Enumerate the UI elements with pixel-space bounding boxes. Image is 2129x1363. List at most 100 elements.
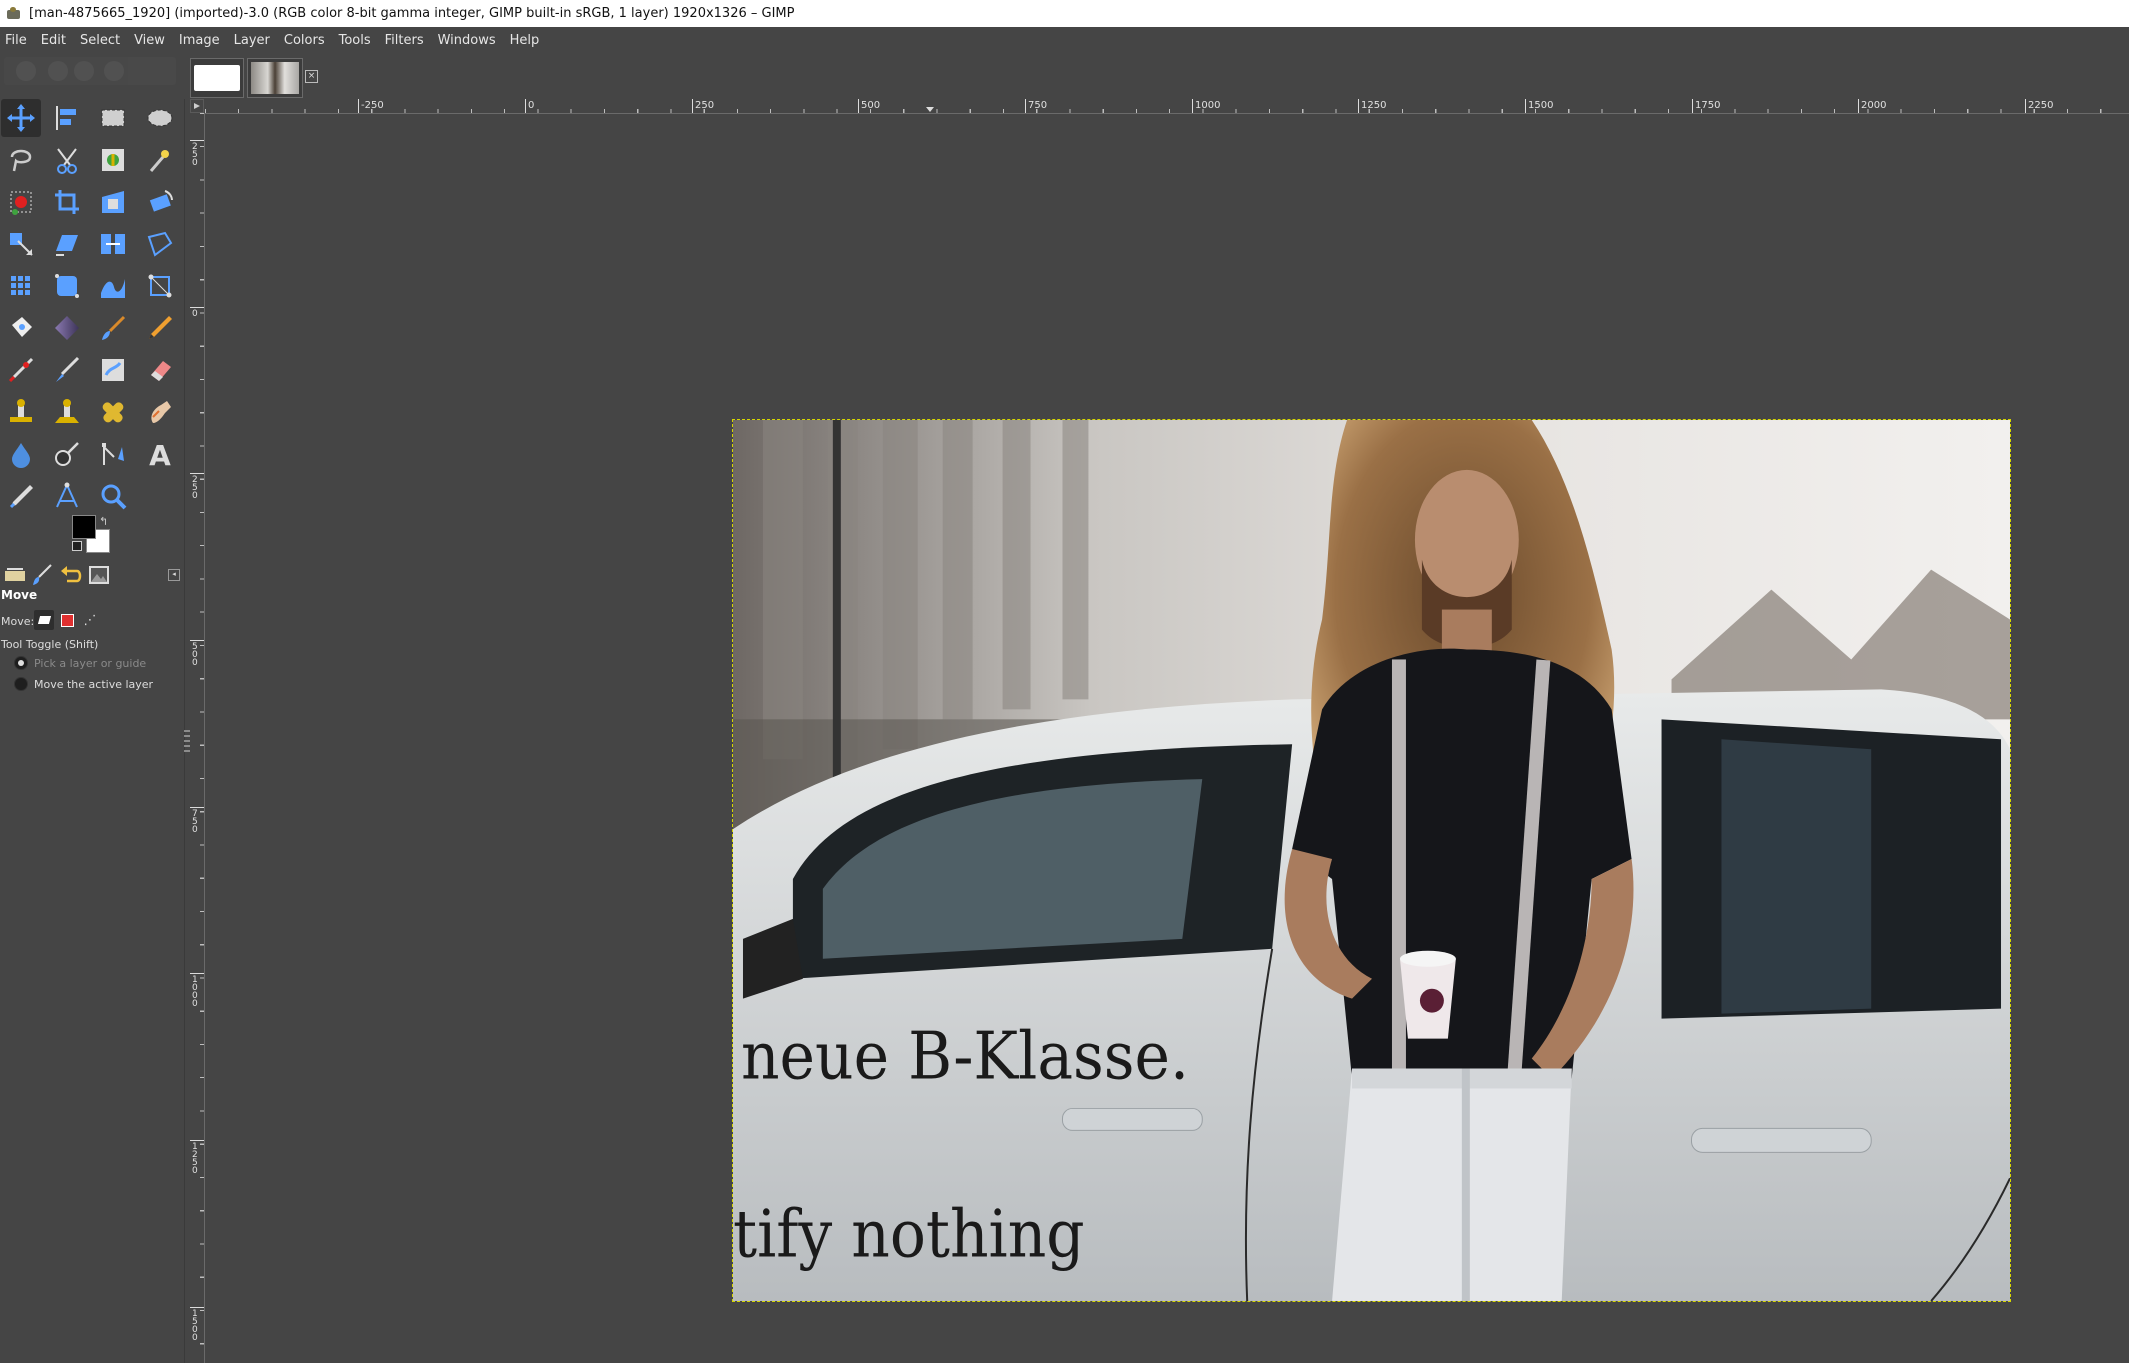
ruler-label: 1500 xyxy=(192,1309,198,1343)
smudge-icon[interactable] xyxy=(140,393,180,431)
pick-layer-option[interactable]: Pick a layer or guide xyxy=(14,656,146,670)
window-titlebar: [man-4875665_1920] (imported)-3.0 (RGB c… xyxy=(0,0,2129,27)
image-tab-blank[interactable] xyxy=(190,58,244,98)
menu-file[interactable]: File xyxy=(0,33,34,48)
ruler-label: 1250 xyxy=(1361,100,1387,111)
menu-image[interactable]: Image xyxy=(172,33,227,48)
menu-layer[interactable]: Layer xyxy=(227,33,277,48)
gradient-icon[interactable] xyxy=(47,309,87,347)
rotate-icon[interactable] xyxy=(140,183,180,221)
ruler-major-tick xyxy=(2025,99,2026,113)
crop-icon[interactable] xyxy=(47,183,87,221)
swap-colors-icon[interactable]: ↰ xyxy=(99,515,108,528)
radio-button[interactable] xyxy=(14,656,28,670)
ruler-label: 0 xyxy=(528,100,535,111)
perspective-clone-icon[interactable] xyxy=(47,393,87,431)
move-path-mode-icon[interactable]: ⋰ xyxy=(80,610,100,630)
scissors-select-icon[interactable] xyxy=(47,141,87,179)
image-tab-photo[interactable] xyxy=(247,58,303,98)
ruler-label: 1250 xyxy=(192,1142,198,1176)
move-tool-icon[interactable] xyxy=(1,99,41,137)
bucket-fill-icon[interactable] xyxy=(1,309,41,347)
cage-transform-icon[interactable] xyxy=(1,267,41,305)
tool-toggle-label: Tool Toggle (Shift) xyxy=(1,638,99,651)
ruler-major-tick xyxy=(190,307,204,308)
menu-windows[interactable]: Windows xyxy=(431,33,503,48)
color-picker-icon[interactable] xyxy=(1,477,41,515)
wave-icon[interactable] xyxy=(93,267,133,305)
image-tab-thumbnail xyxy=(194,65,240,91)
images-tab-icon[interactable] xyxy=(85,561,113,589)
ruler-label: 1000 xyxy=(1195,100,1221,111)
toolbox: A ↰ ◂ Move Move: ⋰ Tool Toggle (Shift) P… xyxy=(0,99,185,1363)
menu-filters[interactable]: Filters xyxy=(378,33,431,48)
car-door-text-line-2: tify nothing xyxy=(733,1196,1085,1272)
blur-icon[interactable] xyxy=(1,435,41,473)
menu-tools[interactable]: Tools xyxy=(332,33,378,48)
fuzzy-select-icon[interactable] xyxy=(140,141,180,179)
ruler-label: 0 xyxy=(192,309,198,319)
clone-icon[interactable] xyxy=(1,393,41,431)
ruler-major-tick xyxy=(858,99,859,113)
unified-transform-icon[interactable] xyxy=(93,183,133,221)
flip-icon[interactable] xyxy=(93,225,133,263)
rect-select-icon[interactable] xyxy=(93,99,133,137)
foreground-select-icon[interactable] xyxy=(93,141,133,179)
ruler-label: 2000 xyxy=(1861,100,1887,111)
heal-icon[interactable] xyxy=(93,393,133,431)
ruler-label: -250 xyxy=(361,100,384,111)
brushes-tab-icon[interactable] xyxy=(29,561,57,589)
ruler-major-tick xyxy=(692,99,693,113)
mypaint-brush-icon[interactable] xyxy=(93,351,133,389)
move-layer-mode-icon[interactable] xyxy=(34,610,54,630)
free-select-icon[interactable] xyxy=(1,141,41,179)
tool-options-title: Move xyxy=(1,588,38,602)
quick-mask-toggle[interactable] xyxy=(190,99,204,113)
image-canvas[interactable]: neue B-Klasse. tify nothing xyxy=(205,114,2129,1363)
warp-transform-icon[interactable] xyxy=(47,267,87,305)
menu-select[interactable]: Select xyxy=(73,33,127,48)
tool-options-tab-icon[interactable] xyxy=(1,561,29,589)
image-tab-thumbnail xyxy=(251,62,299,94)
menu-bar: File Edit Select View Image Layer Colors… xyxy=(0,27,2129,54)
ruler-major-tick xyxy=(190,640,204,641)
dock-menu-icon[interactable]: ◂ xyxy=(168,569,180,581)
shear-icon[interactable] xyxy=(47,225,87,263)
reset-colors-icon[interactable] xyxy=(72,541,82,551)
move-mode-label: Move: xyxy=(1,615,35,628)
image-layer-boundary[interactable]: neue B-Klasse. tify nothing xyxy=(732,419,2011,1302)
paintbrush-icon[interactable] xyxy=(93,309,133,347)
menu-edit[interactable]: Edit xyxy=(34,33,73,48)
by-color-select-icon[interactable] xyxy=(1,183,41,221)
airbrush-icon[interactable] xyxy=(1,351,41,389)
menu-colors[interactable]: Colors xyxy=(277,33,332,48)
measure-icon[interactable] xyxy=(47,477,87,515)
zoom-icon[interactable] xyxy=(93,477,133,515)
move-selection-mode-icon[interactable] xyxy=(57,610,77,630)
perspective-icon[interactable] xyxy=(140,225,180,263)
wilber-drop-zone xyxy=(4,57,176,85)
horizontal-ruler[interactable] xyxy=(205,99,2129,114)
ink-icon[interactable] xyxy=(47,351,87,389)
scale-icon[interactable] xyxy=(1,225,41,263)
ellipse-select-icon[interactable] xyxy=(140,99,180,137)
dodge-burn-icon[interactable] xyxy=(47,435,87,473)
ruler-label: 750 xyxy=(1028,100,1048,111)
ruler-major-tick xyxy=(190,973,204,974)
eraser-icon[interactable] xyxy=(140,351,180,389)
handle-transform-icon[interactable] xyxy=(140,267,180,305)
move-active-layer-option[interactable]: Move the active layer xyxy=(14,677,153,691)
ruler-major-tick xyxy=(190,473,204,474)
close-tab-icon[interactable]: × xyxy=(305,70,318,83)
paths-icon[interactable] xyxy=(93,435,133,473)
undo-history-tab-icon[interactable] xyxy=(57,561,85,589)
ruler-label: 2250 xyxy=(2028,100,2054,111)
menu-help[interactable]: Help xyxy=(503,33,547,48)
radio-button[interactable] xyxy=(14,677,28,691)
foreground-color-swatch[interactable] xyxy=(72,515,96,539)
pencil-icon[interactable] xyxy=(140,309,180,347)
window-title: [man-4875665_1920] (imported)-3.0 (RGB c… xyxy=(29,6,795,21)
align-tool-icon[interactable] xyxy=(47,99,87,137)
text-icon[interactable]: A xyxy=(140,435,180,473)
menu-view[interactable]: View xyxy=(127,33,172,48)
